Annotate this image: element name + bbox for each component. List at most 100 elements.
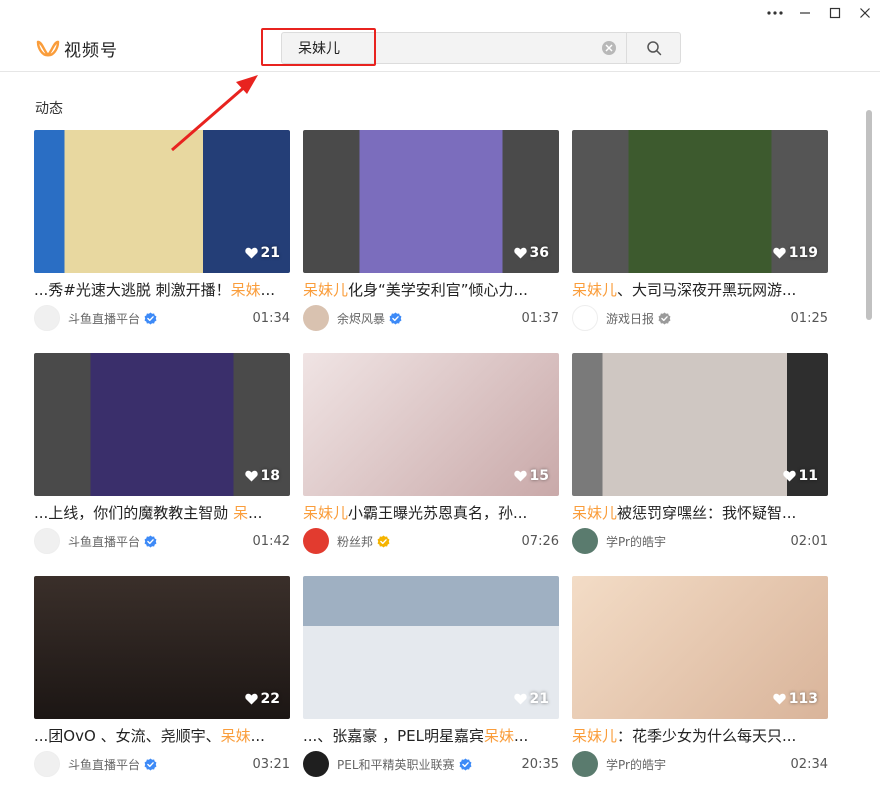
video-card[interactable]: 113 呆妹儿：花季少女为什么每天只... 学Pr的皓宇 02:34 [572,576,828,792]
video-caption[interactable]: ...秀#光速大逃脱 刺激开播！呆妹... [34,280,290,300]
author-name[interactable]: 斗鱼直播平台 [68,533,140,550]
caption-keyword: 呆妹儿 [572,281,618,299]
scrollbar[interactable] [866,110,872,320]
author-name[interactable]: 粉丝邦 [337,533,373,550]
avatar[interactable] [34,528,60,554]
video-caption[interactable]: 呆妹儿：花季少女为什么每天只... [572,726,828,746]
avatar[interactable] [572,751,598,777]
avatar[interactable] [34,305,60,331]
minimize-icon[interactable] [790,0,820,26]
video-caption[interactable]: ...团OvO 、女流、尧顺宇、呆妹... [34,726,290,746]
video-thumbnail[interactable]: 119 [572,130,828,273]
video-thumbnail[interactable]: 22 [34,576,290,719]
video-card[interactable]: 11 呆妹儿被惩罚穿嘿丝：我怀疑智... 学Pr的皓宇 02:01 [572,353,828,576]
header: 视频号 [0,26,880,72]
channels-logo-icon [36,40,60,57]
heart-icon [782,470,796,482]
video-card[interactable]: 119 呆妹儿、大司马深夜开黑玩网游... 游戏日报 01:25 [572,130,828,353]
caption-keyword: 呆 [233,504,249,522]
avatar[interactable] [34,751,60,777]
section-title: 动态 [35,101,63,117]
clear-icon[interactable] [602,41,616,55]
video-duration: 20:35 [521,756,559,772]
close-icon[interactable] [850,0,880,26]
video-card[interactable]: 22 ...团OvO 、女流、尧顺宇、呆妹... 斗鱼直播平台 03:21 [34,576,290,792]
author-name[interactable]: 学Pr的皓宇 [606,533,666,550]
heart-icon [244,470,258,482]
video-card[interactable]: 18 ...上线，你们的魔教教主智勋 呆... 斗鱼直播平台 01:42 [34,353,290,576]
author-name[interactable]: PEL和平精英职业联赛 [337,756,455,773]
verified-icon [459,757,471,771]
author-name[interactable]: 游戏日报 [606,310,654,327]
heart-icon [244,693,258,705]
search-input[interactable] [282,33,602,63]
caption-keyword: 呆妹 [220,727,251,745]
video-meta: 斗鱼直播平台 01:34 [34,305,290,331]
video-caption[interactable]: 呆妹儿小霸王曝光苏恩真名，孙... [303,503,559,523]
author-name[interactable]: 斗鱼直播平台 [68,756,140,773]
verified-icon [144,311,157,325]
caption-text: ... [250,727,265,745]
video-thumbnail[interactable]: 36 [303,130,559,273]
video-duration: 02:34 [790,756,828,772]
video-caption[interactable]: 呆妹儿被惩罚穿嘿丝：我怀疑智... [572,503,828,523]
results-grid: 21 ...秀#光速大逃脱 刺激开播！呆妹... 斗鱼直播平台 01:34 36… [34,130,828,792]
search-box [281,32,681,64]
verified-icon [144,534,157,548]
video-duration: 01:42 [252,533,290,549]
video-card[interactable]: 36 呆妹儿化身“美学安利官”倾心力... 余烬风暴 01:37 [303,130,559,353]
video-thumbnail[interactable]: 21 [303,576,559,719]
author-name[interactable]: 学Pr的皓宇 [606,756,666,773]
avatar[interactable] [303,305,329,331]
search-button[interactable] [626,33,680,63]
caption-text: ... [513,727,529,745]
video-caption[interactable]: 呆妹儿化身“美学安利官”倾心力... [303,280,559,300]
video-thumbnail[interactable]: 11 [572,353,828,496]
more-icon[interactable] [760,0,790,26]
caption-text: 、大司马深夜开黑玩网游... [617,281,797,299]
video-duration: 02:01 [790,533,828,549]
video-thumbnail[interactable]: 18 [34,353,290,496]
video-card[interactable]: 21 ...、张嘉豪 ，PEL明星嘉宾呆妹... PEL和平精英职业联赛 20:… [303,576,559,792]
caption-text: ...、张嘉豪 ，PEL明星嘉宾 [303,727,484,745]
caption-keyword: 呆妹儿 [303,281,349,299]
heart-icon [773,693,786,705]
like-count: 21 [513,691,549,707]
caption-text: 小霸王曝光苏恩真名，孙... [348,504,528,522]
avatar[interactable] [572,305,598,331]
like-count: 36 [513,245,549,261]
avatar[interactable] [303,528,329,554]
app-title: 视频号 [64,41,118,61]
video-duration: 01:34 [252,310,290,326]
video-card[interactable]: 21 ...秀#光速大逃脱 刺激开播！呆妹... 斗鱼直播平台 01:34 [34,130,290,353]
like-count-value: 18 [260,468,280,484]
caption-text: ... [248,504,263,522]
like-count: 21 [244,245,280,261]
video-card[interactable]: 15 呆妹儿小霸王曝光苏恩真名，孙... 粉丝邦 07:26 [303,353,559,576]
video-thumbnail[interactable]: 21 [34,130,290,273]
video-caption[interactable]: ...、张嘉豪 ，PEL明星嘉宾呆妹... [303,726,559,746]
maximize-icon[interactable] [820,0,850,26]
search-icon [646,41,661,56]
avatar[interactable] [303,751,329,777]
like-count: 113 [773,691,818,707]
heart-icon [513,247,527,259]
like-count-value: 21 [260,245,280,261]
author-name[interactable]: 余烬风暴 [337,310,385,327]
video-duration: 03:21 [252,756,290,772]
video-meta: PEL和平精英职业联赛 20:35 [303,751,559,777]
caption-text: ... [260,281,275,299]
video-thumbnail[interactable]: 113 [572,576,828,719]
video-caption[interactable]: 呆妹儿、大司马深夜开黑玩网游... [572,280,828,300]
verified-icon [377,534,390,548]
video-thumbnail[interactable]: 15 [303,353,559,496]
video-meta: 学Pr的皓宇 02:34 [572,751,828,777]
heart-icon [773,247,786,259]
avatar[interactable] [572,528,598,554]
author-name[interactable]: 斗鱼直播平台 [68,310,140,327]
logo[interactable]: 视频号 [36,36,118,61]
video-caption[interactable]: ...上线，你们的魔教教主智勋 呆... [34,503,290,523]
like-count: 15 [513,468,549,484]
caption-keyword: 呆妹儿 [572,727,618,745]
video-meta: 粉丝邦 07:26 [303,528,559,554]
